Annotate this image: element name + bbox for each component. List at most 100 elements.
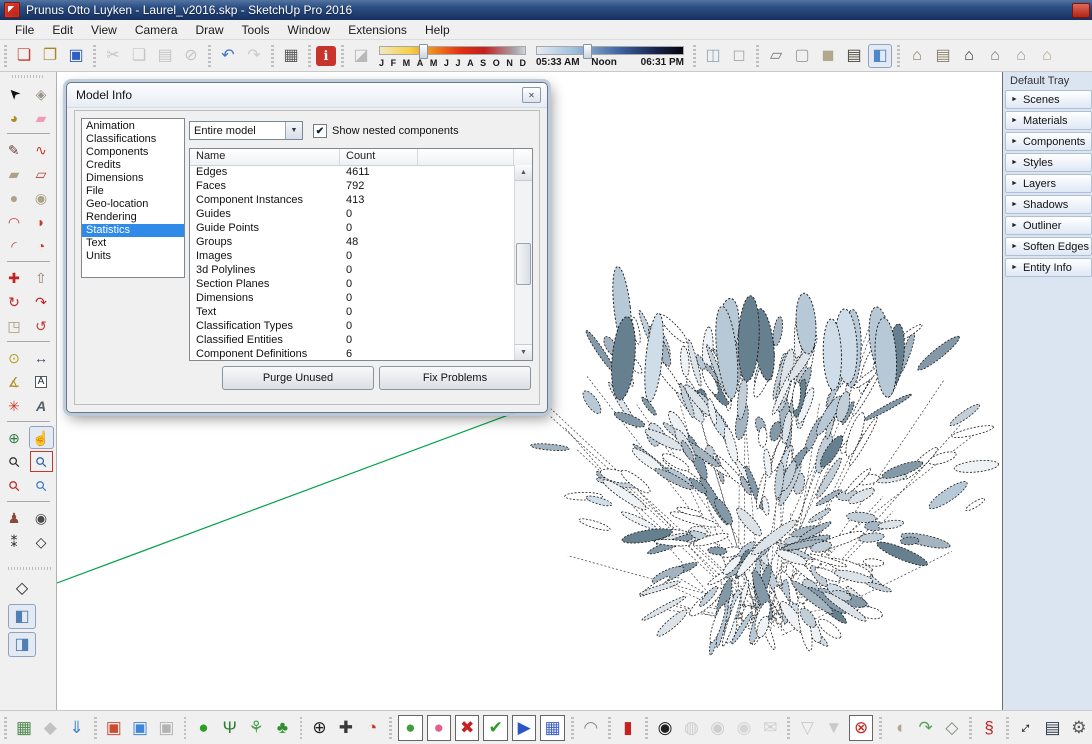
section-plane-display-icon[interactable]: ◇ [8,576,36,601]
tray-item-layers[interactable]: ►Layers [1005,174,1092,193]
scrollbar-thumb[interactable] [516,243,531,285]
display-section-planes-icon[interactable]: ◧ [8,604,36,629]
gear-icon[interactable]: ⚙ [1067,715,1091,741]
axes-pin-icon[interactable]: ✚ [334,715,358,741]
leaf-curve-icon[interactable]: ↷ [913,715,937,741]
new-model-icon[interactable]: ❏ [12,44,36,68]
panel-list-icon[interactable]: ▤ [1040,715,1064,741]
photo-textures-icon[interactable]: ⇓ [64,715,88,741]
model-info-category-text[interactable]: Text [82,237,184,250]
model-info-category-animation[interactable]: Animation [82,120,184,133]
component-blue-icon[interactable]: ▣ [128,715,152,741]
film-camera-icon[interactable]: ◉ [653,715,677,741]
shadow-date-slider[interactable]: JFMAMJJASOND [379,43,526,69]
table-row[interactable]: Edges4611 [190,165,515,179]
scope-dropdown[interactable]: Entire model ▼ [189,121,303,140]
monochrome-icon[interactable]: ◧ [868,44,892,68]
top-view-icon[interactable]: ▤ [931,44,955,68]
back-edges-icon[interactable]: ◻ [727,44,751,68]
menu-item-view[interactable]: View [82,21,126,39]
eraser-tool-icon[interactable]: ▰ [29,106,54,129]
iso-view-icon[interactable]: ⌂ [905,44,929,68]
scroll-up-icon[interactable]: ▲ [515,165,532,181]
open-model-icon[interactable]: ❐ [38,44,62,68]
menu-item-tools[interactable]: Tools [233,21,279,39]
back-view-icon[interactable]: ⌂ [1009,44,1033,68]
table-row[interactable]: Faces792 [190,179,515,193]
table-row[interactable]: Groups48 [190,235,515,249]
circle-tool-icon[interactable]: ● [2,186,27,209]
rotated-rectangle-tool-icon[interactable]: ▱ [29,162,54,185]
hidden-line-icon[interactable]: ▢ [790,44,814,68]
bush-icon[interactable]: ♣ [270,715,294,741]
zoom-previous-tool-icon[interactable]: ⚲ [29,474,54,497]
toggle-terrain-icon[interactable]: ◆ [38,715,62,741]
two-point-arc-tool-icon[interactable]: ◗ [29,210,54,233]
compass-icon[interactable]: ⊕ [307,715,331,741]
tree-icon[interactable]: ● [191,715,215,741]
tray-item-materials[interactable]: ►Materials [1005,111,1092,130]
film-spool-delete-icon[interactable]: ⊗ [849,715,873,741]
table-row[interactable]: Classification Types0 [190,319,515,333]
right-view-icon[interactable]: ⌂ [983,44,1007,68]
close-button[interactable] [1072,3,1090,18]
text-tool-icon[interactable]: A [29,370,54,393]
add-location-icon[interactable]: ▦ [12,715,36,741]
shadow-time-slider[interactable]: 05:33 AM Noon 06:31 PM [536,43,684,69]
dialog-close-icon[interactable]: ✕ [522,87,541,103]
menu-item-draw[interactable]: Draw [187,21,233,39]
model-info-category-statistics[interactable]: Statistics [82,224,184,237]
rectangle-tool-icon[interactable]: ▰ [2,162,27,185]
tray-item-components[interactable]: ►Components [1005,132,1092,151]
time-slider-thumb[interactable] [583,44,592,59]
make-component-tool-icon[interactable]: ◈ [29,82,54,105]
line-tool-icon[interactable]: ✏ [2,138,27,161]
model-info-category-units[interactable]: Units [82,250,184,263]
three-point-arc-tool-icon[interactable]: ◜ [2,234,27,257]
scene-frame-pink-icon[interactable]: ● [427,715,451,741]
menu-item-window[interactable]: Window [279,21,340,39]
look-around-tool-icon[interactable]: ◉ [29,506,54,529]
save-model-icon[interactable]: ▣ [64,44,88,68]
print-icon[interactable]: ▦ [279,44,303,68]
table-row[interactable]: Guides0 [190,207,515,221]
table-row[interactable]: Section Planes0 [190,277,515,291]
fix-problems-button[interactable]: Fix Problems [379,366,531,390]
offset-tool-icon[interactable]: ↺ [29,314,54,337]
pan-tool-icon[interactable]: ☝ [29,426,54,449]
front-view-icon[interactable]: ⌂ [957,44,981,68]
column-header-blank[interactable] [418,149,514,165]
tray-item-outliner[interactable]: ►Outliner [1005,216,1092,235]
dialog-title-bar[interactable]: Model Info ✕ [67,83,547,108]
left-view-icon[interactable]: ⌂ [1035,44,1059,68]
leaf-icon[interactable]: ⚘ [244,715,268,741]
tray-item-entity-info[interactable]: ►Entity Info [1005,258,1092,277]
table-row[interactable]: Guide Points0 [190,221,515,235]
wireframe-icon[interactable]: ▱ [764,44,788,68]
protractor-tool-icon[interactable]: ∡ [2,370,27,393]
rotate-tool-icon[interactable]: ↻ [2,290,27,313]
polygon-tool-icon[interactable]: ◉ [29,186,54,209]
textured-icon[interactable]: ▤ [842,44,866,68]
spring-icon[interactable]: § [977,715,1001,741]
model-info-category-dimensions[interactable]: Dimensions [82,172,184,185]
scene-frame-check-icon[interactable]: ✔ [483,715,507,741]
menu-item-camera[interactable]: Camera [126,21,187,39]
component-red-icon[interactable]: ▣ [102,715,126,741]
xray-icon[interactable]: ◫ [701,44,725,68]
table-row[interactable]: Images0 [190,249,515,263]
show-nested-checkbox[interactable]: ✔ [313,124,327,138]
tray-item-styles[interactable]: ►Styles [1005,153,1092,172]
zoom-extents-tool-icon[interactable]: ⚲ [2,474,27,497]
model-info-category-geo-location[interactable]: Geo-location [82,198,184,211]
model-info-category-components[interactable]: Components [82,146,184,159]
follow-me-tool-icon[interactable]: ↷ [29,290,54,313]
zoom-window-tool-icon[interactable]: ⚲ [29,450,54,473]
section-plane-tool-icon[interactable]: ◇ [29,530,54,553]
table-row[interactable]: Dimensions0 [190,291,515,305]
resize-arrows-icon[interactable]: ↕ [1014,715,1038,741]
flip-arc-icon[interactable]: ◠ [579,715,603,741]
column-header-count[interactable]: Count [340,149,418,165]
purge-unused-button[interactable]: Purge Unused [222,366,374,390]
scroll-down-icon[interactable]: ▼ [515,344,532,360]
